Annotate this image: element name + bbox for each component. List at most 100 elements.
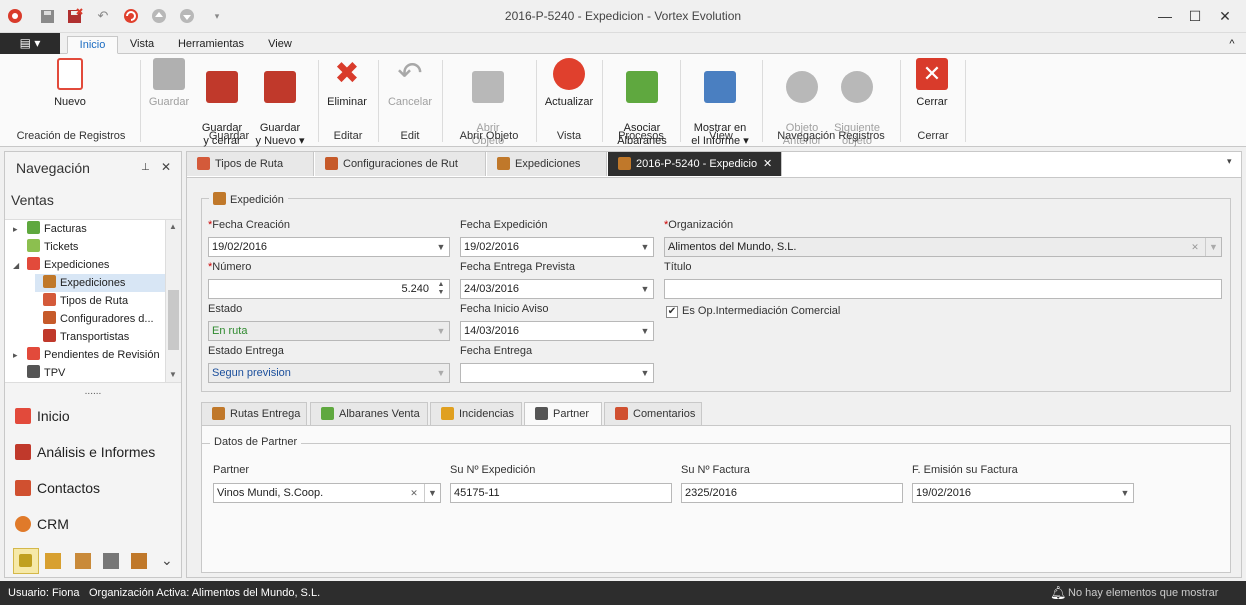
nav-button-inicio[interactable]: Inicio: [15, 401, 70, 431]
tab-rutas-entrega[interactable]: Rutas Entrega: [201, 402, 307, 426]
tree-scrollbar[interactable]: ▲ ▼: [165, 220, 181, 382]
ribbon-separator: [318, 60, 319, 142]
clear-icon[interactable]: ✕: [406, 484, 422, 502]
expediciones-icon[interactable]: [131, 553, 147, 569]
tab-albaranes-venta[interactable]: Albaranes Venta: [310, 402, 428, 426]
tab-incidencias[interactable]: Incidencias: [430, 402, 522, 426]
field-value: 19/02/2016: [212, 241, 268, 253]
tree-item-configuradores[interactable]: Configuradores d...: [35, 310, 165, 328]
associate-delivery-notes-icon: [626, 71, 658, 103]
pin-icon[interactable]: ⊥: [141, 162, 150, 173]
fecha-expedicion-field[interactable]: 19/02/2016 ▼: [460, 237, 654, 257]
numero-field[interactable]: 5.240 ▲ ▼: [208, 279, 450, 299]
intermediacion-checkbox[interactable]: ✔: [666, 306, 678, 318]
nav-button-label: CRM: [37, 516, 69, 532]
chevron-down-icon[interactable]: ▼: [637, 280, 653, 298]
collapse-icon[interactable]: ◢: [13, 257, 27, 275]
tpv-icon[interactable]: [103, 553, 119, 569]
tabs-menu-button[interactable]: ▾: [1227, 156, 1232, 167]
su-expedicion-field[interactable]: 45175-11: [450, 483, 672, 503]
panel-splitter[interactable]: ......: [5, 386, 181, 397]
estado-field[interactable]: En ruta ▼: [208, 321, 450, 341]
chevron-down-icon[interactable]: ▼: [637, 364, 653, 382]
chevron-down-icon[interactable]: ▼: [1205, 238, 1221, 256]
albaranes-icon[interactable]: [45, 553, 61, 569]
expediciones-icon: [43, 275, 56, 288]
maximize-button[interactable]: ☐: [1180, 6, 1210, 26]
app-menu-button[interactable]: ▤ ▾: [0, 33, 60, 54]
emision-factura-field[interactable]: 19/02/2016 ▼: [912, 483, 1134, 503]
close-navigation-button[interactable]: ✕: [161, 160, 171, 174]
nav-button-crm[interactable]: CRM: [15, 509, 69, 539]
cancelar-label: Cancelar: [387, 96, 433, 108]
chevron-down-icon[interactable]: ▼: [637, 322, 653, 340]
expand-icon[interactable]: ▸: [13, 346, 27, 364]
actualizar-button[interactable]: Actualizar: [542, 58, 596, 109]
transportistas-icon: [43, 329, 56, 342]
expand-icon[interactable]: ▸: [13, 220, 27, 238]
chevron-down-icon[interactable]: ▼: [424, 484, 440, 502]
tab-inicio[interactable]: Inicio: [67, 36, 118, 54]
partner-field[interactable]: Vinos Mundi, S.Coop. ✕ ▼: [213, 483, 441, 503]
doc-tab-configuraciones[interactable]: Configuraciones de Rut: [315, 152, 486, 176]
tab-vista[interactable]: Vista: [124, 36, 160, 54]
tree-item-transportistas[interactable]: Transportistas: [35, 328, 165, 346]
estado-entrega-field[interactable]: Segun prevision ▼: [208, 363, 450, 383]
facturas-icon[interactable]: [13, 548, 39, 574]
next-object-icon: [841, 71, 873, 103]
tree-item-label: Expediciones: [60, 277, 126, 289]
tree-item-expediciones-folder[interactable]: ◢ Expediciones: [5, 256, 165, 274]
chevron-down-icon[interactable]: ▼: [433, 364, 449, 382]
tree-item-tipos-ruta[interactable]: Tipos de Ruta: [35, 292, 165, 310]
tree-item-expediciones[interactable]: Expediciones: [35, 274, 165, 292]
tree-item-facturas[interactable]: ▸ Facturas: [5, 220, 165, 238]
tree-item-tpv[interactable]: TPV: [5, 364, 165, 382]
partner-label: Partner: [213, 464, 250, 476]
bell-icon[interactable]: 🔔︎: [1050, 581, 1067, 605]
chevron-down-icon[interactable]: ▼: [637, 238, 653, 256]
label-text: Fecha Creación: [212, 219, 290, 231]
chevron-down-icon[interactable]: ▼: [433, 238, 449, 256]
doc-tab-tipos-ruta[interactable]: Tipos de Ruta: [187, 152, 314, 176]
pedidos-icon[interactable]: [75, 553, 91, 569]
minimize-button[interactable]: —: [1150, 6, 1180, 26]
nav-button-contactos[interactable]: Contactos: [15, 473, 100, 503]
nuevo-button[interactable]: Nuevo: [44, 58, 96, 109]
titulo-field[interactable]: [664, 279, 1222, 299]
organizacion-field[interactable]: Alimentos del Mundo, S.L. ✕ ▼: [664, 237, 1222, 257]
clear-icon[interactable]: ✕: [1187, 238, 1203, 256]
tab-label: Partner: [553, 408, 590, 420]
doc-tab-expediciones[interactable]: Expediciones: [487, 152, 607, 176]
cancelar-button[interactable]: ↶ Cancelar: [384, 58, 436, 109]
close-window-button[interactable]: ✕: [1210, 6, 1240, 26]
scroll-down-icon[interactable]: ▼: [169, 370, 177, 379]
fecha-inicio-aviso-field[interactable]: 14/03/2016 ▼: [460, 321, 654, 341]
tree-item-tickets[interactable]: Tickets: [5, 238, 165, 256]
fecha-entrega-field[interactable]: ▼: [460, 363, 654, 383]
tab-view[interactable]: View: [262, 36, 298, 54]
spinner-icon[interactable]: ▲ ▼: [433, 280, 449, 298]
fecha-entrega-prevista-field[interactable]: 24/03/2016 ▼: [460, 279, 654, 299]
tab-comentarios[interactable]: Comentarios: [604, 402, 702, 426]
nav-button-analisis[interactable]: Análisis e Informes: [15, 437, 155, 467]
more-icon[interactable]: ⌄: [161, 552, 173, 569]
tab-partner[interactable]: Partner: [524, 402, 602, 426]
chevron-down-icon[interactable]: ▼: [433, 322, 449, 340]
guardar-button[interactable]: Guardar: [146, 58, 192, 109]
collapse-ribbon-button[interactable]: ^: [1224, 36, 1240, 54]
chevron-down-icon[interactable]: ▼: [1117, 484, 1133, 502]
su-factura-field[interactable]: 2325/2016: [681, 483, 903, 503]
configuradores-icon: [43, 311, 56, 324]
doc-tab-expedicion-active[interactable]: 2016-P-5240 - Expedicio: [608, 152, 782, 176]
cerrar-button[interactable]: ✕ Cerrar: [910, 58, 954, 109]
scroll-up-icon[interactable]: ▲: [169, 222, 177, 231]
tree-item-pendientes[interactable]: ▸ Pendientes de Revisión: [5, 346, 165, 364]
scrollbar-thumb[interactable]: [168, 290, 179, 350]
close-tab-button[interactable]: ✕: [763, 157, 772, 170]
eliminar-button[interactable]: ✖ Eliminar: [324, 58, 370, 109]
group-label: Abrir Objeto: [459, 130, 519, 142]
fecha-creacion-field[interactable]: 19/02/2016 ▼: [208, 237, 450, 257]
folder-icon: [27, 257, 40, 270]
tab-herramientas[interactable]: Herramientas: [170, 36, 252, 54]
navigation-section: Ventas: [11, 192, 54, 208]
